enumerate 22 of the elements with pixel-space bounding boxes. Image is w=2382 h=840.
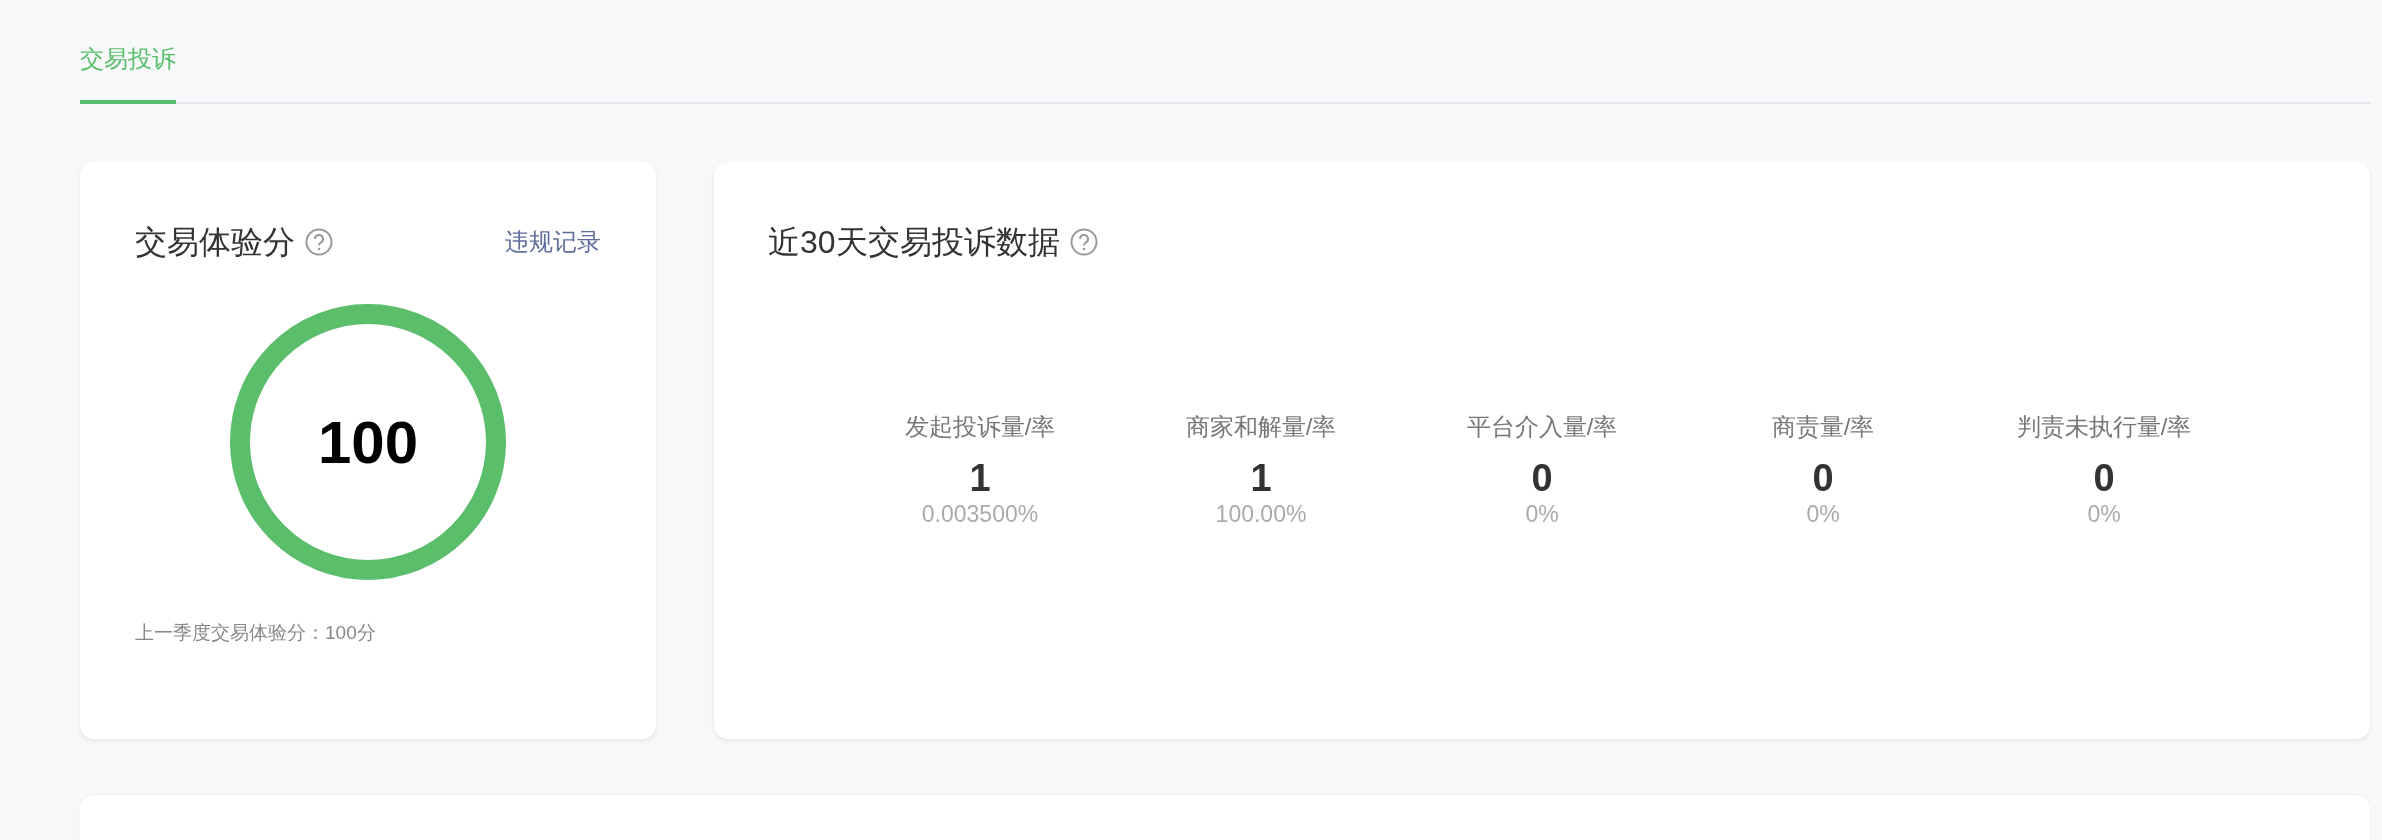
stat-rate: 0% [1525,500,1559,528]
violation-record-link[interactable]: 违规记录 [505,226,601,258]
stat-label: 平台介入量/率 [1466,412,1618,442]
stat-count: 0 [1531,456,1553,500]
stat-label: 商家和解量/率 [1185,412,1337,442]
stat-rate: 0.003500% [921,500,1039,528]
stat-count: 0 [1812,456,1834,500]
stat-rate: 0% [2087,500,2121,528]
stat-count: 1 [969,456,991,500]
stat-count: 0 [2093,456,2115,500]
help-icon[interactable] [1069,228,1098,256]
stat-label: 判责未执行量/率 [2016,412,2192,442]
card-title: 交易体验分 [135,223,295,262]
stat-rate: 0% [1806,500,1840,528]
stat-label: 商责量/率 [1771,412,1875,442]
previous-score-text: 上一季度交易体验分：100分 [135,621,377,645]
stat-count: 1 [1250,456,1272,500]
stat-rate: 100.00% [1215,500,1307,528]
help-icon[interactable] [305,228,333,256]
card-title: 近30天交易投诉数据 [768,223,1060,262]
score-value: 100 [316,407,420,477]
stat-label: 发起投诉量/率 [904,412,1056,442]
